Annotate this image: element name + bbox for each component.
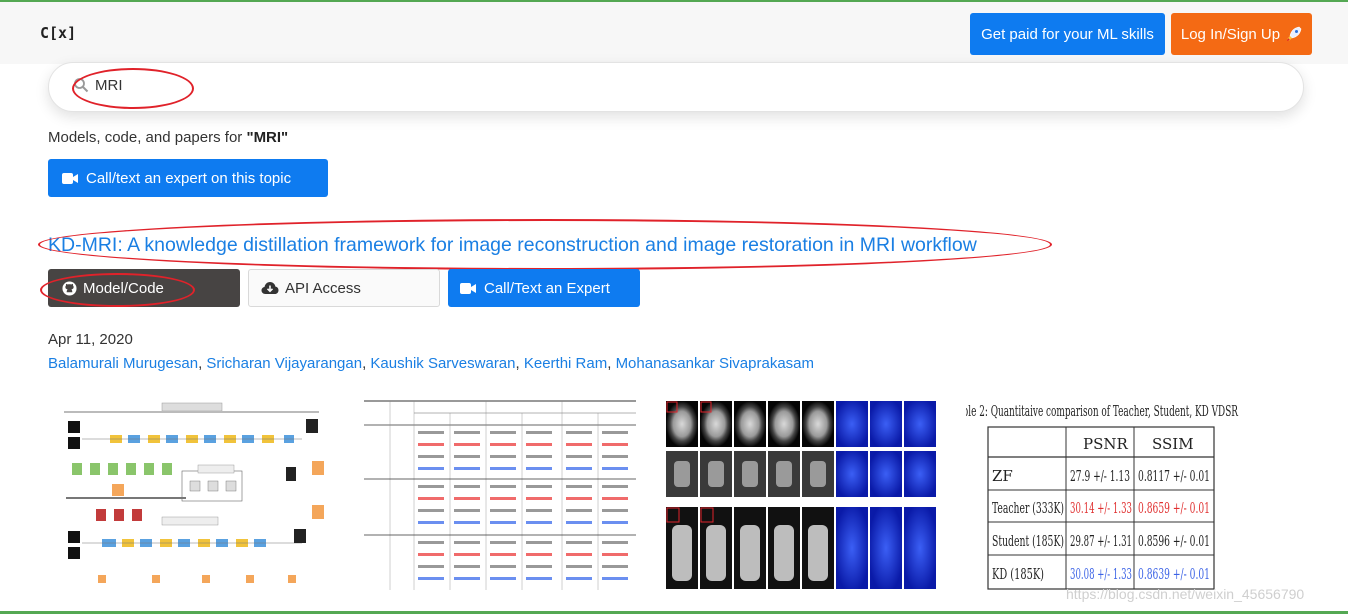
table-header-ssim: SSIM bbox=[1152, 435, 1194, 453]
site-logo[interactable]: C[x] bbox=[40, 24, 76, 42]
author-link[interactable]: Mohanasankar Sivaprakasam bbox=[616, 355, 814, 372]
api-access-button[interactable]: API Access bbox=[248, 269, 440, 307]
login-signup-button[interactable]: Log In/Sign Up bbox=[1171, 13, 1312, 55]
table-row-label: Student (185K) bbox=[992, 532, 1064, 550]
watermark-text: https://blog.csdn.net/weixin_45656790 bbox=[1066, 586, 1305, 602]
table-cell: 30.08 +/- 1.33 bbox=[1070, 565, 1132, 583]
table-cell: 0.8659 +/- 0.01 bbox=[1138, 499, 1210, 517]
table-row-label: ZF bbox=[992, 467, 1013, 485]
paper-title-link[interactable]: KD-MRI: A knowledge distillation framewo… bbox=[48, 234, 977, 257]
paper-date: Apr 11, 2020 bbox=[48, 331, 133, 348]
table-caption: Table 2: Quantitaive comparison of Teach… bbox=[966, 402, 1238, 420]
table-cell: 30.14 +/- 1.33 bbox=[1070, 499, 1132, 517]
author-link[interactable]: Sricharan Vijayarangan bbox=[206, 355, 362, 372]
results-description: Models, code, and papers for "MRI" bbox=[48, 129, 288, 146]
video-camera-icon bbox=[62, 172, 78, 184]
model-code-button[interactable]: Model/Code bbox=[48, 269, 240, 307]
results-table-image bbox=[364, 399, 636, 590]
results-prefix: Models, code, and papers for bbox=[48, 129, 247, 146]
top-header: C[x] Get paid for your ML skills Log In/… bbox=[0, 2, 1348, 64]
call-text-expert-button[interactable]: Call/Text an Expert bbox=[448, 269, 640, 307]
table-cell: 0.8596 +/- 0.01 bbox=[1138, 532, 1210, 550]
author-link[interactable]: Balamurali Murugesan bbox=[48, 355, 198, 372]
search-input[interactable]: MRI bbox=[95, 77, 123, 94]
call-expert-topic-label: Call/text an expert on this topic bbox=[86, 169, 292, 187]
paper-authors: Balamurali Murugesan, Sricharan Vijayara… bbox=[48, 355, 814, 372]
cloud-download-icon bbox=[261, 282, 279, 294]
mri-reconstructions-image bbox=[666, 399, 937, 590]
table-cell: 27.9 +/- 1.13 bbox=[1070, 467, 1130, 485]
search-icon bbox=[74, 78, 89, 93]
table-row-label: KD (185K) bbox=[992, 565, 1044, 583]
login-signup-label: Log In/Sign Up bbox=[1180, 25, 1281, 43]
table-cell: 0.8117 +/- 0.01 bbox=[1138, 467, 1210, 485]
table-cell: 0.8639 +/- 0.01 bbox=[1138, 565, 1210, 583]
search-bar[interactable]: MRI bbox=[48, 62, 1304, 112]
table-row-label: Teacher (333K) bbox=[992, 499, 1064, 517]
comparison-table-image: Table 2: Quantitaive comparison of Teach… bbox=[966, 399, 1242, 590]
call-text-expert-label: Call/Text an Expert bbox=[484, 279, 610, 297]
get-paid-button[interactable]: Get paid for your ML skills bbox=[970, 13, 1165, 55]
architecture-diagram-image bbox=[62, 399, 330, 590]
table-cell: 29.87 +/- 1.31 bbox=[1070, 532, 1132, 550]
results-query: "MRI" bbox=[246, 129, 289, 146]
author-link[interactable]: Kaushik Sarveswaran bbox=[370, 355, 515, 372]
model-code-label: Model/Code bbox=[83, 279, 164, 297]
api-access-label: API Access bbox=[285, 279, 361, 297]
figure-results-table[interactable] bbox=[364, 399, 636, 590]
github-icon bbox=[62, 280, 77, 296]
video-camera-icon bbox=[460, 282, 476, 294]
call-expert-topic-button[interactable]: Call/text an expert on this topic bbox=[48, 159, 328, 197]
figure-mri-reconstructions[interactable] bbox=[666, 399, 937, 590]
figure-comparison-table[interactable]: Table 2: Quantitaive comparison of Teach… bbox=[966, 399, 1242, 590]
figure-architecture-diagram[interactable] bbox=[62, 399, 330, 590]
author-link[interactable]: Keerthi Ram bbox=[524, 355, 607, 372]
rocket-icon bbox=[1287, 26, 1302, 41]
table-header-psnr: PSNR bbox=[1083, 435, 1128, 453]
